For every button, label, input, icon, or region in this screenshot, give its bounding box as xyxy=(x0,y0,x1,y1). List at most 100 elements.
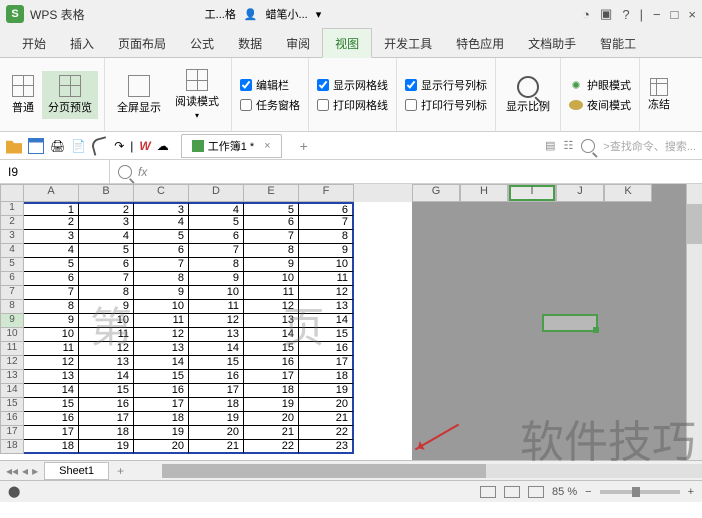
maximize-button[interactable]: □ xyxy=(671,7,679,22)
row-header[interactable]: 3 xyxy=(0,230,24,244)
cell[interactable]: 17 xyxy=(24,426,79,440)
zoom-out-button[interactable]: − xyxy=(585,486,591,498)
row-header[interactable]: 18 xyxy=(0,440,24,454)
cell[interactable]: 13 xyxy=(189,328,244,342)
print-preview-icon[interactable]: 📄 xyxy=(71,139,86,153)
cell[interactable]: 8 xyxy=(24,300,79,314)
cell[interactable]: 20 xyxy=(299,398,354,412)
ribbon-tab-7[interactable]: 开发工具 xyxy=(372,29,444,57)
cell[interactable]: 10 xyxy=(134,300,189,314)
row-header[interactable]: 6 xyxy=(0,272,24,286)
cell[interactable]: 11 xyxy=(244,286,299,300)
zoom-level[interactable]: 85 % xyxy=(552,486,577,498)
search-input[interactable]: >查找命令、搜索... xyxy=(603,138,696,154)
cell[interactable]: 2 xyxy=(24,216,79,230)
cell[interactable]: 18 xyxy=(24,440,79,454)
cell[interactable]: 10 xyxy=(299,258,354,272)
cell[interactable]: 16 xyxy=(299,342,354,356)
cell[interactable]: 3 xyxy=(134,202,189,216)
cell[interactable]: 19 xyxy=(79,440,134,454)
fx-label[interactable]: fx xyxy=(138,165,147,179)
cell[interactable]: 10 xyxy=(244,272,299,286)
cell[interactable]: 20 xyxy=(244,412,299,426)
cell[interactable]: 12 xyxy=(79,342,134,356)
cell[interactable]: 2 xyxy=(79,202,134,216)
cell[interactable]: 12 xyxy=(134,328,189,342)
ribbon-tab-0[interactable]: 开始 xyxy=(10,29,58,57)
print-icon[interactable]: 🖨 xyxy=(50,139,65,153)
cell[interactable]: 14 xyxy=(299,314,354,328)
cell[interactable]: 6 xyxy=(189,230,244,244)
col-header-B[interactable]: B xyxy=(79,184,134,202)
list-icon[interactable]: ▤ xyxy=(545,139,555,152)
ribbon-tab-10[interactable]: 智能工 xyxy=(588,29,648,57)
cell[interactable]: 11 xyxy=(24,342,79,356)
row-header[interactable]: 4 xyxy=(0,244,24,258)
row-header[interactable]: 12 xyxy=(0,356,24,370)
theme-icon[interactable]: ▣ xyxy=(600,6,612,22)
cell[interactable]: 6 xyxy=(24,272,79,286)
cell[interactable]: 15 xyxy=(79,384,134,398)
sheet-nav-next[interactable]: ▸ xyxy=(32,464,38,478)
cell[interactable]: 21 xyxy=(299,412,354,426)
cell[interactable]: 8 xyxy=(134,272,189,286)
col-header-K[interactable]: K xyxy=(604,184,652,202)
search-icon[interactable] xyxy=(581,139,595,153)
cell[interactable]: 20 xyxy=(134,440,189,454)
cell[interactable]: 12 xyxy=(299,286,354,300)
view-normal-icon[interactable] xyxy=(480,486,496,498)
avatar-icon[interactable]: 👤 xyxy=(244,8,258,21)
row-header[interactable]: 10 xyxy=(0,328,24,342)
new-tab-button[interactable]: + xyxy=(300,138,308,154)
sheet-nav-first[interactable]: ◂◂ xyxy=(6,464,18,478)
row-header[interactable]: 11 xyxy=(0,342,24,356)
cell[interactable]: 14 xyxy=(134,356,189,370)
cell[interactable]: 18 xyxy=(79,426,134,440)
row-header[interactable]: 17 xyxy=(0,426,24,440)
save-icon[interactable] xyxy=(28,138,44,154)
cell[interactable]: 16 xyxy=(79,398,134,412)
ribbon-tab-1[interactable]: 插入 xyxy=(58,29,106,57)
row-header[interactable]: 8 xyxy=(0,300,24,314)
col-header-D[interactable]: D xyxy=(189,184,244,202)
cell[interactable]: 11 xyxy=(134,314,189,328)
zoom-slider[interactable] xyxy=(600,490,680,494)
cell[interactable]: 18 xyxy=(244,384,299,398)
cell[interactable]: 15 xyxy=(189,356,244,370)
zoom-in-button[interactable]: + xyxy=(688,486,694,498)
cell[interactable]: 9 xyxy=(134,286,189,300)
col-header-F[interactable]: F xyxy=(299,184,354,202)
redo-icon[interactable]: ↷ xyxy=(114,139,124,153)
wps-logo-icon[interactable]: W xyxy=(139,139,150,153)
cell[interactable]: 12 xyxy=(24,356,79,370)
cell[interactable]: 18 xyxy=(299,370,354,384)
cell[interactable]: 21 xyxy=(189,440,244,454)
page-break-preview-button[interactable]: 分页预览 xyxy=(42,71,98,119)
cell[interactable]: 10 xyxy=(79,314,134,328)
ribbon-tab-3[interactable]: 公式 xyxy=(178,29,226,57)
cell[interactable]: 3 xyxy=(24,230,79,244)
ribbon-tab-5[interactable]: 审阅 xyxy=(274,29,322,57)
cell[interactable]: 9 xyxy=(79,300,134,314)
cell[interactable]: 15 xyxy=(299,328,354,342)
eye-care-mode-button[interactable]: 护眼模式 xyxy=(569,77,631,93)
col-header-H[interactable]: H xyxy=(460,184,508,202)
cell[interactable]: 8 xyxy=(244,244,299,258)
cell[interactable]: 6 xyxy=(79,258,134,272)
ribbon-tab-2[interactable]: 页面布局 xyxy=(106,29,178,57)
row-header[interactable]: 7 xyxy=(0,286,24,300)
cell[interactable]: 4 xyxy=(189,202,244,216)
document-tab[interactable]: 工作簿1 * × xyxy=(181,134,282,158)
cell[interactable]: 5 xyxy=(189,216,244,230)
cell[interactable]: 19 xyxy=(244,398,299,412)
fullscreen-button[interactable]: 全屏显示 xyxy=(111,71,167,119)
cell[interactable]: 22 xyxy=(244,440,299,454)
cell[interactable]: 5 xyxy=(24,258,79,272)
cell[interactable]: 4 xyxy=(24,244,79,258)
cell[interactable]: 16 xyxy=(134,384,189,398)
open-icon[interactable] xyxy=(6,138,22,154)
cell[interactable]: 6 xyxy=(244,216,299,230)
doc-switch-1[interactable]: 工...格 xyxy=(205,6,236,22)
cell[interactable]: 9 xyxy=(189,272,244,286)
cell[interactable]: 4 xyxy=(79,230,134,244)
